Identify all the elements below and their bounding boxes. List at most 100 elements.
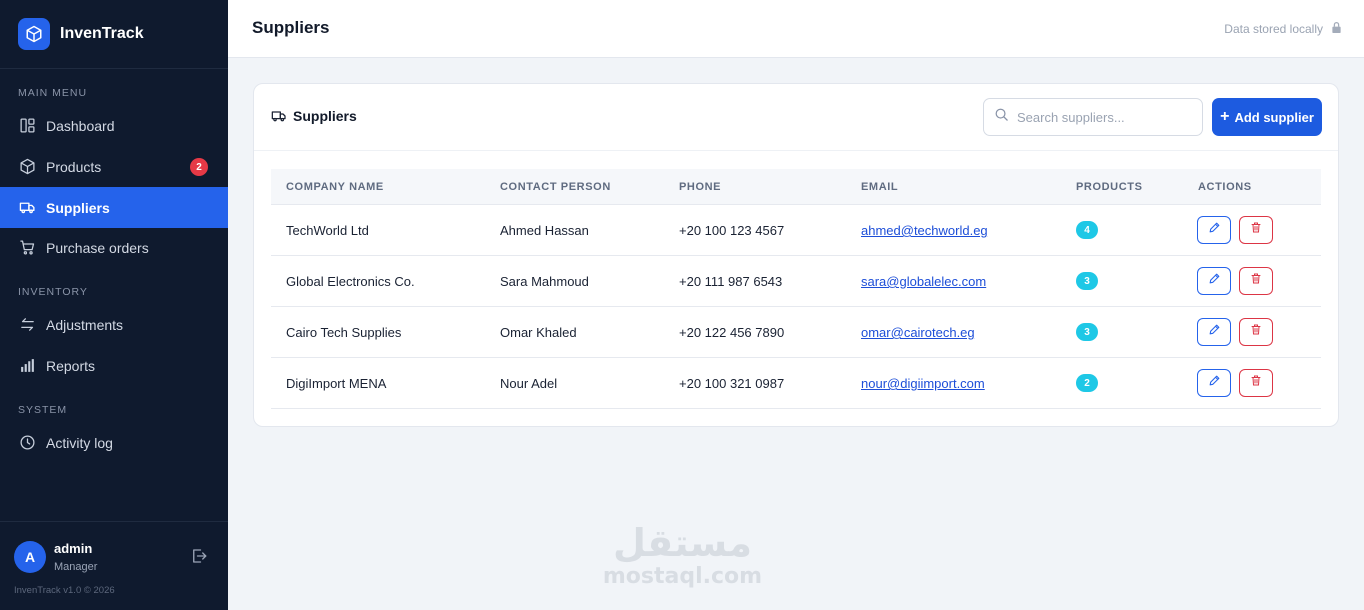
user-panel: A admin Manager InvenTrack v1.0 © 2026 xyxy=(0,521,228,610)
products-count-badge: 2 xyxy=(190,158,208,176)
edit-button[interactable] xyxy=(1197,369,1231,397)
dashboard-icon xyxy=(18,117,36,135)
lock-icon xyxy=(1323,21,1342,37)
email-link[interactable]: nour@digiimport.com xyxy=(861,358,985,409)
trash-icon xyxy=(1250,323,1262,341)
search-icon xyxy=(994,107,1009,127)
add-supplier-label: Add supplier xyxy=(1234,109,1314,125)
sidebar-item-label: Suppliers xyxy=(46,199,110,216)
storage-note-text: Data stored locally xyxy=(1224,22,1323,36)
table-row: DigiImport MENA Nour Adel +20 100 321 09… xyxy=(271,358,1321,409)
watermark-latin: mostaql.com xyxy=(602,564,763,589)
sidebar-item-suppliers[interactable]: Suppliers xyxy=(0,187,228,228)
clock-icon xyxy=(18,434,36,452)
contact-person: Ahmed Hassan xyxy=(500,223,589,238)
column-header-company: COMPANY NAME xyxy=(286,181,384,193)
column-header-products: PRODUCTS xyxy=(1076,181,1143,193)
delete-button[interactable] xyxy=(1239,216,1273,244)
sidebar-item-label: Adjustments xyxy=(46,316,124,333)
sidebar-item-label: Reports xyxy=(46,357,96,374)
user-name: admin xyxy=(54,541,93,556)
search-input[interactable] xyxy=(1017,109,1187,125)
trash-icon xyxy=(1250,272,1262,290)
delete-button[interactable] xyxy=(1239,369,1273,397)
company-name: TechWorld Ltd xyxy=(286,223,369,238)
sidebar-item-dashboard[interactable]: Dashboard xyxy=(0,105,228,146)
phone: +20 100 123 4567 xyxy=(679,223,785,238)
table-row: TechWorld Ltd Ahmed Hassan +20 100 123 4… xyxy=(271,205,1321,256)
phone: +20 111 987 6543 xyxy=(679,274,783,289)
watermark-arabic: مستقل xyxy=(613,521,752,565)
topbar: Suppliers Data stored locally xyxy=(228,0,1364,58)
sidebar-item-label: Purchase orders xyxy=(46,239,149,256)
pencil-icon xyxy=(1208,374,1221,392)
contact-person: Nour Adel xyxy=(500,376,558,391)
sidebar-item-activity-log[interactable]: Activity log xyxy=(0,422,228,463)
edit-button[interactable] xyxy=(1197,267,1231,295)
box-icon xyxy=(18,18,50,50)
sidebar-item-products[interactable]: Products 2 xyxy=(0,146,228,187)
table-header: COMPANY NAME CONTACT PERSON PHONE EMAIL … xyxy=(271,169,1321,205)
column-header-contact: CONTACT PERSON xyxy=(500,181,611,193)
pencil-icon xyxy=(1208,323,1221,341)
products-count-badge: 3 xyxy=(1076,323,1098,341)
sidebar-item-label: Dashboard xyxy=(46,117,115,134)
email-link[interactable]: sara@globalelec.com xyxy=(861,256,986,307)
email-link[interactable]: ahmed@techworld.eg xyxy=(861,205,988,256)
bar-chart-icon xyxy=(18,357,36,375)
cart-icon xyxy=(18,239,36,257)
edit-button[interactable] xyxy=(1197,318,1231,346)
trash-icon xyxy=(1250,374,1262,392)
arrows-icon xyxy=(18,316,36,334)
company-name: Cairo Tech Supplies xyxy=(286,325,402,340)
table-row: Global Electronics Co. Sara Mahmoud +20 … xyxy=(271,256,1321,307)
sidebar-item-adjustments[interactable]: Adjustments xyxy=(0,304,228,345)
delete-button[interactable] xyxy=(1239,318,1273,346)
truck-icon xyxy=(271,108,287,129)
card-header: Suppliers + Add supplier xyxy=(254,84,1338,151)
company-name: Global Electronics Co. xyxy=(286,274,415,289)
version-text: InvenTrack v1.0 © 2026 xyxy=(14,585,115,596)
products-count-badge: 2 xyxy=(1076,374,1098,392)
storage-note: Data stored locally xyxy=(1224,21,1342,37)
section-main-menu: MAIN MENU xyxy=(18,87,88,99)
card-title: Suppliers xyxy=(293,108,357,124)
phone: +20 122 456 7890 xyxy=(679,325,785,340)
phone: +20 100 321 0987 xyxy=(679,376,785,391)
pencil-icon xyxy=(1208,272,1221,290)
sidebar: InvenTrack MAIN MENU Dashboard Products … xyxy=(0,0,228,610)
truck-icon xyxy=(18,199,36,217)
sidebar-item-reports[interactable]: Reports xyxy=(0,345,228,386)
box-icon xyxy=(18,158,36,176)
products-count-badge: 3 xyxy=(1076,272,1098,290)
plus-icon: + xyxy=(1220,108,1230,125)
user-role: Manager xyxy=(54,561,98,573)
column-header-actions: ACTIONS xyxy=(1198,181,1252,193)
contact-person: Sara Mahmoud xyxy=(500,274,589,289)
app-name: InvenTrack xyxy=(60,25,144,42)
avatar[interactable]: A xyxy=(14,541,46,573)
column-header-email: EMAIL xyxy=(861,181,899,193)
sidebar-item-purchase-orders[interactable]: Purchase orders xyxy=(0,227,228,268)
sidebar-item-label: Activity log xyxy=(46,434,113,451)
edit-button[interactable] xyxy=(1197,216,1231,244)
watermark-logo: مستقل mostaql.com xyxy=(600,520,765,588)
delete-button[interactable] xyxy=(1239,267,1273,295)
logout-icon[interactable] xyxy=(190,547,210,567)
suppliers-table: COMPANY NAME CONTACT PERSON PHONE EMAIL … xyxy=(271,169,1321,409)
suppliers-card: Suppliers + Add supplier COMPANY NAME CO… xyxy=(253,83,1339,427)
column-header-phone: PHONE xyxy=(679,181,722,193)
search-box xyxy=(983,98,1203,136)
contact-person: Omar Khaled xyxy=(500,325,577,340)
products-count-badge: 4 xyxy=(1076,221,1098,239)
company-name: DigiImport MENA xyxy=(286,376,387,391)
pencil-icon xyxy=(1208,221,1221,239)
brand[interactable]: InvenTrack xyxy=(0,0,228,69)
add-supplier-button[interactable]: + Add supplier xyxy=(1212,98,1322,136)
trash-icon xyxy=(1250,221,1262,239)
email-link[interactable]: omar@cairotech.eg xyxy=(861,307,975,358)
table-row: Cairo Tech Supplies Omar Khaled +20 122 … xyxy=(271,307,1321,358)
section-inventory: INVENTORY xyxy=(18,286,88,298)
section-system: SYSTEM xyxy=(18,404,68,416)
page-title: Suppliers xyxy=(252,18,330,37)
